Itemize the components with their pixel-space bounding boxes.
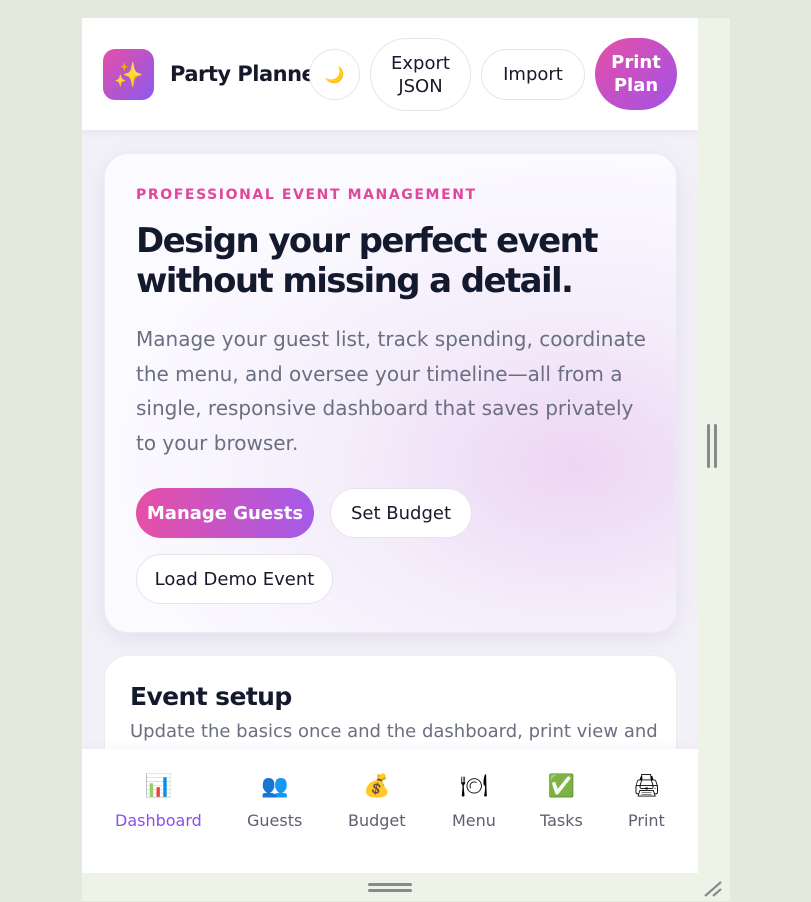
hero-description: Manage your guest list, track spending, … xyxy=(136,327,646,455)
money-bag-icon: 💰 xyxy=(363,773,391,799)
check-icon: ✅ xyxy=(547,773,576,799)
hero-headline: Design your perfect event without missin… xyxy=(136,221,598,301)
nav-label-menu: Menu xyxy=(452,811,496,830)
horizontal-resize-handle[interactable] xyxy=(368,883,412,895)
export-json-label: Export JSON xyxy=(391,52,450,97)
import-button[interactable]: Import xyxy=(481,49,585,100)
set-budget-button[interactable]: Set Budget xyxy=(330,488,472,538)
nav-item-dashboard[interactable]: 📊 Dashboard xyxy=(115,771,202,831)
nav-item-print[interactable]: 🖨 Print xyxy=(628,771,665,831)
event-setup-description: Update the basics once and the dashboard… xyxy=(130,721,658,742)
nav-label-print: Print xyxy=(628,811,665,830)
print-plan-label: Print Plan xyxy=(611,52,661,96)
moon-icon: 🌙 xyxy=(324,65,345,84)
hero-card: PROFESSIONAL EVENT MANAGEMENT Design you… xyxy=(104,153,677,633)
vertical-resize-handle[interactable] xyxy=(707,424,719,468)
hero-eyebrow: PROFESSIONAL EVENT MANAGEMENT xyxy=(136,187,477,203)
app-title: Party Planner xyxy=(170,62,326,86)
nav-label-guests: Guests xyxy=(247,811,303,830)
bar-chart-icon: 📊 xyxy=(144,773,173,799)
nav-item-tasks[interactable]: ✅ Tasks xyxy=(540,771,583,831)
sparkles-icon: ✨ xyxy=(103,49,154,100)
nav-item-guests[interactable]: 👥 Guests xyxy=(247,771,303,831)
theme-toggle-button[interactable]: 🌙 xyxy=(309,49,360,100)
people-icon: 👥 xyxy=(260,773,289,799)
load-demo-event-button[interactable]: Load Demo Event xyxy=(136,554,333,604)
export-json-button[interactable]: Export JSON xyxy=(370,38,471,111)
nav-item-budget[interactable]: 💰 Budget xyxy=(348,771,406,831)
nav-item-menu[interactable]: 🍽 Menu xyxy=(452,771,496,831)
resize-grip-icon xyxy=(704,881,722,897)
app-frame: ✨ Party Planner 🌙 Export JSON Import Pri… xyxy=(82,18,698,873)
import-label: Import xyxy=(503,64,563,85)
manage-guests-button[interactable]: Manage Guests xyxy=(136,488,314,538)
printer-icon: 🖨 xyxy=(632,773,661,799)
event-setup-title: Event setup xyxy=(130,682,292,711)
nav-label-budget: Budget xyxy=(348,811,406,830)
top-bar: ✨ Party Planner 🌙 Export JSON Import Pri… xyxy=(82,18,698,130)
corner-resize-handle[interactable] xyxy=(702,878,724,898)
nav-label-tasks: Tasks xyxy=(540,811,583,830)
print-plan-button[interactable]: Print Plan xyxy=(595,38,677,110)
plate-icon: 🍽 xyxy=(460,773,488,799)
bottom-navigation: 📊 Dashboard 👥 Guests 💰 Budget 🍽 Menu ✅ T… xyxy=(82,749,698,873)
nav-label-dashboard: Dashboard xyxy=(115,811,202,830)
